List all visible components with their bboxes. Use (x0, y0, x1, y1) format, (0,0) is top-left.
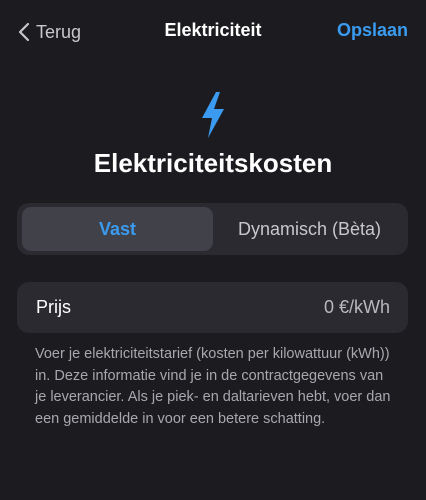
segment-fixed[interactable]: Vast (22, 207, 213, 251)
chevron-left-icon (18, 22, 30, 42)
help-text: Voer je elektriciteitstarief (kosten per… (35, 346, 391, 427)
price-value[interactable]: 0 €/kWh (324, 297, 390, 318)
back-button[interactable]: Terug (18, 18, 81, 46)
price-field[interactable]: Prijs 0 €/kWh (17, 282, 408, 333)
segment-dynamic[interactable]: Dynamisch (Bèta) (215, 207, 404, 251)
price-label: Prijs (36, 297, 71, 317)
navigation-bar: Terug Elektriciteit Opslaan (0, 0, 426, 64)
save-button[interactable]: Opslaan (337, 20, 408, 41)
section-heading: Elektriciteitskosten (93, 148, 333, 178)
back-label: Terug (36, 21, 82, 42)
tariff-type-selector: Vast Dynamisch (Bèta) (17, 203, 408, 255)
lightning-bolt-icon (202, 92, 224, 138)
